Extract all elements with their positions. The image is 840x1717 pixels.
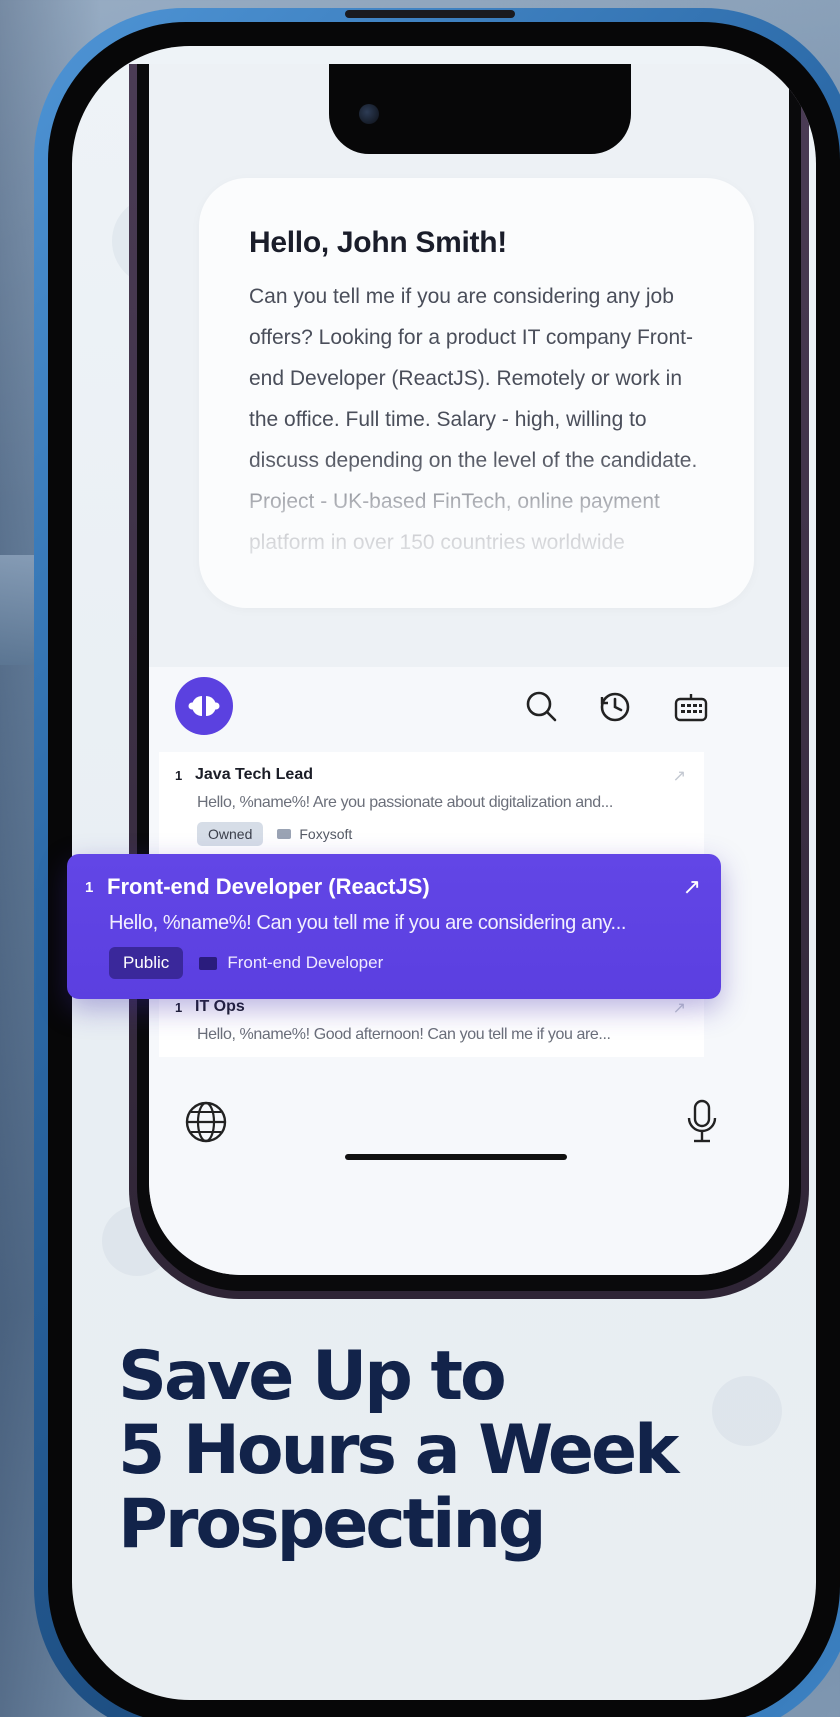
list-item[interactable]: 1 Java Tech Lead Hello, %name%! Are you …: [159, 752, 704, 856]
item-preview: Hello, %name%! Good afternoon! Can you t…: [197, 1026, 611, 1043]
folder-label: Foxysoft: [277, 826, 352, 842]
headline-line-1: Save Up to: [118, 1337, 507, 1416]
item-preview: Hello, %name%! Can you tell me if you ar…: [109, 912, 627, 934]
globe-icon[interactable]: [181, 1097, 231, 1147]
folder-icon: [199, 956, 218, 970]
headline-line-3: Prospecting: [118, 1485, 547, 1564]
item-title: Front-end Developer (ReactJS): [107, 874, 430, 899]
folder-label: Front-end Developer: [199, 953, 383, 973]
notch: [329, 64, 631, 154]
inner-phone-bezel: Hello, John Smith! Can you tell me if yo…: [137, 64, 801, 1291]
item-index: 1: [175, 767, 183, 783]
open-external-icon[interactable]: ↗: [673, 998, 686, 1018]
toolbar: [149, 667, 789, 747]
inner-phone-screen: Hello, John Smith! Can you tell me if yo…: [149, 64, 789, 1275]
home-indicator: [345, 1154, 567, 1160]
camera-icon: [359, 104, 379, 124]
message-greeting: Hello, John Smith!: [249, 226, 507, 259]
open-external-icon[interactable]: ↗: [673, 766, 686, 786]
message-body: Can you tell me if you are considering a…: [249, 285, 698, 554]
history-icon[interactable]: [595, 687, 635, 727]
item-title: Java Tech Lead: [195, 766, 313, 783]
keyboard-icon[interactable]: [671, 687, 711, 727]
highlighted-list-item[interactable]: 1 Front-end Developer (ReactJS) Hello, %…: [67, 854, 721, 999]
microphone-icon[interactable]: [677, 1097, 727, 1147]
headline-line-2: 5 Hours a Week: [118, 1411, 679, 1490]
watermark-logo: [712, 1376, 782, 1446]
speaker-grille: [345, 10, 515, 18]
item-index: 1: [85, 878, 94, 896]
item-preview: Hello, %name%! Are you passionate about …: [197, 794, 613, 811]
search-icon[interactable]: [522, 687, 562, 727]
folder-name: Front-end Developer: [227, 953, 384, 972]
open-external-icon[interactable]: ↗: [683, 874, 701, 900]
inner-phone-frame: Hello, John Smith! Can you tell me if yo…: [129, 64, 809, 1299]
app-logo-icon[interactable]: [175, 677, 233, 735]
promo-headline: Save Up to 5 Hours a Week Prospecting: [118, 1337, 679, 1564]
bottom-bar: [149, 1097, 789, 1177]
tag-badge: Public: [109, 947, 184, 979]
message-card: Hello, John Smith! Can you tell me if yo…: [199, 178, 754, 608]
folder-icon: [277, 829, 292, 839]
item-index: 1: [175, 999, 183, 1015]
item-title: IT Ops: [195, 998, 245, 1015]
folder-name: Foxysoft: [299, 826, 353, 842]
tag-badge: Owned: [197, 822, 264, 846]
